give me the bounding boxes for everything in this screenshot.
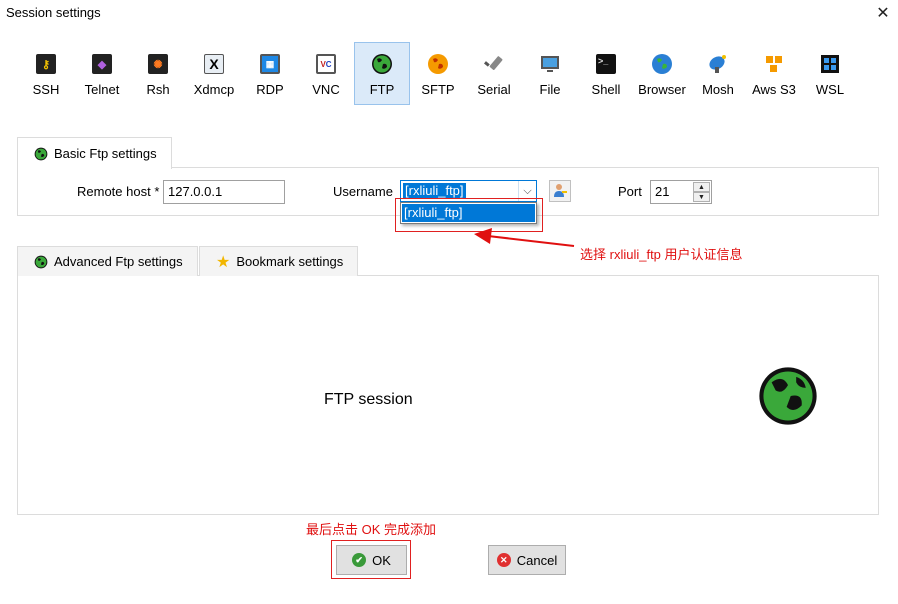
close-icon[interactable]: ✕ bbox=[868, 0, 898, 26]
window-title: Session settings bbox=[6, 5, 101, 20]
wsl-windows-icon bbox=[818, 52, 842, 76]
tab-basic-ftp-settings[interactable]: Basic Ftp settings bbox=[17, 137, 172, 169]
ssh-key-icon: ⚷ bbox=[34, 52, 58, 76]
protocol-aws-s3[interactable]: Aws S3 bbox=[746, 42, 802, 105]
aws-s3-icon bbox=[762, 52, 786, 76]
protocol-vnc[interactable]: VC VNC bbox=[298, 42, 354, 105]
ftp-globe-icon bbox=[370, 52, 394, 76]
ok-label: OK bbox=[372, 552, 391, 568]
protocol-browser[interactable]: Browser bbox=[634, 42, 690, 105]
protocol-ssh[interactable]: ⚷ SSH bbox=[18, 42, 74, 105]
remote-host-input[interactable]: 127.0.0.1 bbox=[163, 180, 285, 204]
xdmcp-icon: X bbox=[202, 52, 226, 76]
session-panel: FTP session bbox=[17, 275, 879, 515]
ok-button[interactable]: ✔ OK bbox=[336, 545, 407, 575]
username-label: Username bbox=[333, 184, 393, 199]
protocol-serial[interactable]: Serial bbox=[466, 42, 522, 105]
protocol-sftp[interactable]: SFTP bbox=[410, 42, 466, 105]
ftp-globe-large-icon bbox=[758, 366, 818, 429]
annotation-select-user: 选择 rxliuli_ftp 用户认证信息 bbox=[580, 247, 743, 262]
sftp-icon bbox=[426, 52, 450, 76]
port-value: 21 bbox=[655, 184, 670, 199]
annotation-arrow-icon bbox=[474, 228, 575, 247]
username-selected-value: [rxliuli_ftp] bbox=[403, 183, 466, 199]
tab-label: Basic Ftp settings bbox=[54, 146, 157, 161]
tab-label: Bookmark settings bbox=[236, 254, 344, 269]
protocol-wsl[interactable]: WSL bbox=[802, 42, 858, 105]
rsh-icon: ✺ bbox=[146, 52, 170, 76]
user-credentials-button[interactable] bbox=[549, 180, 571, 202]
globe-icon bbox=[34, 147, 48, 161]
user-manager-icon bbox=[552, 182, 568, 201]
protocol-toolbar: ⚷ SSH ◆ Telnet ✺ Rsh X Xdmcp ▦ RDP VC VN… bbox=[18, 42, 858, 106]
title-bar: Session settings ✕ bbox=[0, 0, 898, 26]
cancel-button[interactable]: ✕ Cancel bbox=[488, 545, 566, 575]
mosh-antenna-icon bbox=[706, 52, 730, 76]
globe-icon bbox=[34, 255, 48, 269]
port-label: Port bbox=[618, 184, 642, 199]
protocol-ftp[interactable]: FTP bbox=[354, 42, 410, 105]
star-icon: ★ bbox=[216, 253, 231, 271]
port-increment-icon[interactable]: ▲ bbox=[693, 182, 710, 192]
browser-globe-icon bbox=[650, 52, 674, 76]
cancel-label: Cancel bbox=[516, 552, 558, 568]
protocol-mosh[interactable]: Mosh bbox=[690, 42, 746, 105]
port-stepper[interactable]: 21 ▲ ▼ bbox=[650, 180, 712, 204]
file-monitor-icon bbox=[538, 52, 562, 76]
telnet-icon: ◆ bbox=[90, 52, 114, 76]
protocol-file[interactable]: File bbox=[522, 42, 578, 105]
shell-terminal-icon: >_ bbox=[594, 52, 618, 76]
protocol-telnet[interactable]: ◆ Telnet bbox=[74, 42, 130, 105]
session-label: FTP session bbox=[324, 391, 413, 408]
serial-plug-icon bbox=[482, 52, 506, 76]
check-icon: ✔ bbox=[352, 553, 367, 567]
protocol-rdp[interactable]: ▦ RDP bbox=[242, 42, 298, 105]
protocol-xdmcp[interactable]: X Xdmcp bbox=[186, 42, 242, 105]
protocol-shell[interactable]: >_ Shell bbox=[578, 42, 634, 105]
vnc-icon: VC bbox=[314, 52, 338, 76]
tab-bookmark-settings[interactable]: ★ Bookmark settings bbox=[199, 246, 359, 276]
port-decrement-icon[interactable]: ▼ bbox=[693, 192, 710, 202]
remote-host-label: Remote host * bbox=[77, 184, 160, 199]
protocol-rsh[interactable]: ✺ Rsh bbox=[130, 42, 186, 105]
annotation-click-ok: 最后点击 OK 完成添加 bbox=[306, 522, 437, 537]
rdp-icon: ▦ bbox=[258, 52, 282, 76]
tab-label: Advanced Ftp settings bbox=[54, 254, 183, 269]
cancel-x-icon: ✕ bbox=[496, 553, 511, 567]
tab-advanced-ftp-settings[interactable]: Advanced Ftp settings bbox=[17, 246, 198, 276]
